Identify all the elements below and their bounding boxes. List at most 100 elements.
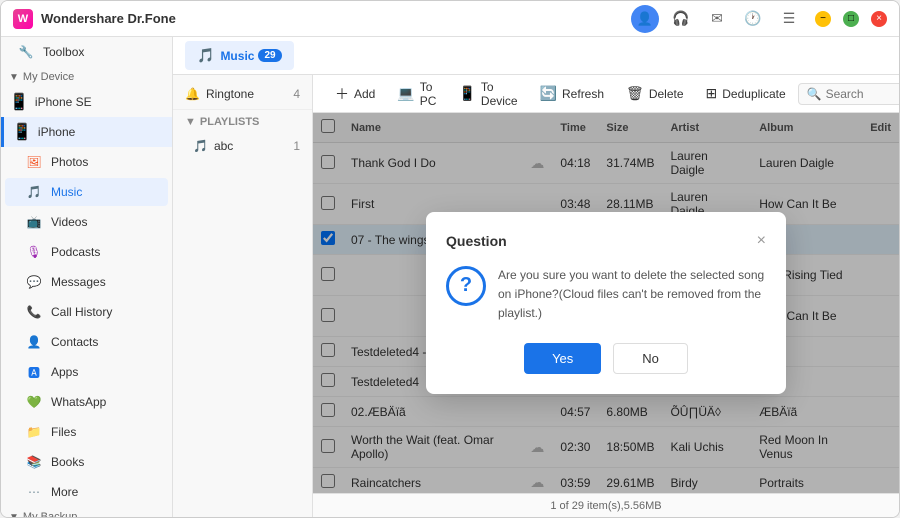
sub-tab-ringtone[interactable]: 🔔 Ringtone 4 [173,79,312,110]
contacts-icon: 👤 [25,333,43,351]
playlists-header[interactable]: ▼ PLAYLISTS [173,110,312,134]
status-text: 1 of 29 item(s),5.56MB [550,500,661,512]
dialog-title: Question [446,233,507,249]
music-label: Music [51,185,156,199]
tab-music[interactable]: 🎵 Music 29 [185,41,294,70]
more-icon: ⋯ [25,483,43,501]
messages-label: Messages [51,275,156,289]
sidebar: 🔧 Toolbox ▼ My Device 📱 iPhone SE 📱 iPho… [1,37,173,517]
sidebar-item-files[interactable]: 📁 Files [5,418,168,446]
dialog-overlay: Question × ? Are you sure you want to de… [313,113,899,493]
my-device-label: My Device [23,71,74,83]
photos-icon: 🖼 [25,153,43,171]
chevron-icon: ▼ [9,72,19,83]
minimize-button[interactable]: − [815,11,831,27]
to-pc-icon: 💻 [397,85,414,102]
sidebar-item-messages[interactable]: 💬 Messages [5,268,168,296]
dialog-question-icon: ? [446,266,486,306]
whatsapp-label: WhatsApp [51,395,156,409]
messages-icon: 💬 [25,273,43,291]
search-input[interactable] [826,87,899,101]
dialog-actions: Yes No [446,343,766,374]
inner-layout: 🔔 Ringtone 4 ▼ PLAYLISTS 🎵 abc 1 [173,75,899,517]
sidebar-item-iphone[interactable]: 📱 iPhone [1,117,172,147]
playlist-icon: 🎵 [193,139,208,153]
sidebar-item-callhistory[interactable]: 📞 Call History [5,298,168,326]
playlist-abc[interactable]: 🎵 abc 1 [173,134,312,158]
sidebar-item-videos[interactable]: 📺 Videos [5,208,168,236]
title-bar: W Wondershare Dr.Fone 👤 🎧 ✉ 🕐 ☰ − □ × [1,1,899,37]
to-pc-button[interactable]: 💻 To PC [387,75,446,113]
sidebar-item-photos[interactable]: 🖼 Photos [5,148,168,176]
close-button[interactable]: × [871,11,887,27]
headset-icon[interactable]: 🎧 [667,5,695,33]
iphone-icon: 📱 [12,122,32,142]
deduplicate-button[interactable]: ⊞ Deduplicate [696,80,796,107]
app-window: W Wondershare Dr.Fone 👤 🎧 ✉ 🕐 ☰ − □ × 🔧 … [0,0,900,518]
maximize-button[interactable]: □ [843,11,859,27]
content-area: 🎵 Music 29 🔔 Ringtone 4 ▼ [173,37,899,517]
ringtone-icon: 🔔 [185,87,200,101]
contacts-label: Contacts [51,335,156,349]
dialog-close-button[interactable]: × [757,232,766,250]
right-panel: ＋ Add 💻 To PC 📱 To Device 🔄 [313,75,899,517]
status-bar: 1 of 29 item(s),5.56MB [313,493,899,517]
dialog-no-button[interactable]: No [613,343,688,374]
delete-button[interactable]: 🗑 Delete [616,80,693,107]
photos-label: Photos [51,155,156,169]
iphone-se-label: iPhone SE [35,95,92,109]
search-icon: 🔍 [807,87,822,101]
to-pc-label: To PC [420,80,437,108]
app-logo: W [13,9,33,29]
sidebar-item-more[interactable]: ⋯ More [5,478,168,506]
menu-icon[interactable]: ☰ [775,5,803,33]
backup-chevron-icon: ▼ [9,512,19,518]
books-icon: 📚 [25,453,43,471]
sidebar-item-podcasts[interactable]: 🎙 Podcasts [5,238,168,266]
to-device-button[interactable]: 📱 To Device [448,75,527,113]
ringtone-count: 4 [293,87,300,101]
inner-sidebar: 🔔 Ringtone 4 ▼ PLAYLISTS 🎵 abc 1 [173,75,313,517]
apps-label: Apps [51,365,156,379]
history-icon[interactable]: 🕐 [739,5,767,33]
table-container: Name Time Size Artist Album Edit [313,113,899,493]
ringtone-label: Ringtone [206,87,293,101]
app-title: Wondershare Dr.Fone [41,11,631,26]
sidebar-item-apps[interactable]: 🅰 Apps [5,358,168,386]
sidebar-item-books[interactable]: 📚 Books [5,448,168,476]
refresh-button[interactable]: 🔄 Refresh [530,80,614,107]
toolbar: ＋ Add 💻 To PC 📱 To Device 🔄 [313,75,899,113]
tab-bar: 🎵 Music 29 [173,37,899,75]
iphone-se-icon: 📱 [9,92,29,112]
main-layout: 🔧 Toolbox ▼ My Device 📱 iPhone SE 📱 iPho… [1,37,899,517]
tab-music-count: 29 [258,49,281,62]
to-device-label: To Device [481,80,518,108]
search-box[interactable]: 🔍 [798,83,899,105]
deduplicate-label: Deduplicate [722,87,785,101]
delete-icon: 🗑 [626,85,644,102]
sidebar-item-music[interactable]: 🎵 Music [5,178,168,206]
playlists-label: PLAYLISTS [200,116,260,128]
user-avatar[interactable]: 👤 [631,5,659,33]
refresh-label: Refresh [562,87,604,101]
sidebar-item-toolbox[interactable]: 🔧 Toolbox [5,38,168,66]
sidebar-item-contacts[interactable]: 👤 Contacts [5,328,168,356]
to-device-icon: 📱 [458,85,475,102]
my-backup-header[interactable]: ▼ My Backup [1,507,172,517]
my-backup-label: My Backup [23,511,77,517]
books-label: Books [51,455,156,469]
tab-music-icon: 🎵 [197,47,214,64]
dialog-yes-button[interactable]: Yes [524,343,601,374]
dialog-message: Are you sure you want to delete the sele… [498,266,766,324]
sidebar-item-whatsapp[interactable]: 💚 WhatsApp [5,388,168,416]
podcasts-icon: 🎙 [25,243,43,261]
delete-label: Delete [649,87,684,101]
my-device-header[interactable]: ▼ My Device [1,67,172,87]
tab-music-label: Music [220,49,254,63]
add-button[interactable]: ＋ Add [325,79,385,109]
podcasts-label: Podcasts [51,245,156,259]
dialog: Question × ? Are you sure you want to de… [426,212,786,395]
toolbox-icon: 🔧 [17,43,35,61]
sidebar-item-iphone-se[interactable]: 📱 iPhone SE [1,87,172,117]
mail-icon[interactable]: ✉ [703,5,731,33]
